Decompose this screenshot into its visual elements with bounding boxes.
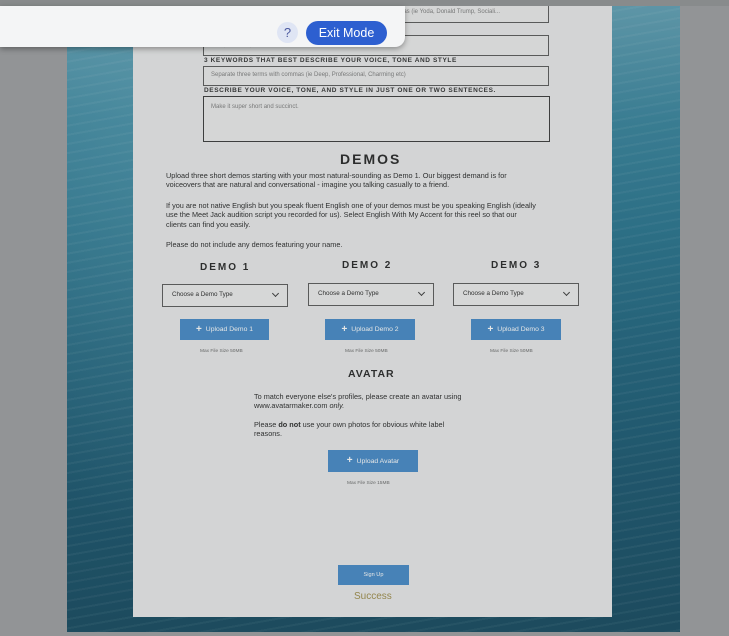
demos-para1-line2: voiceovers that are natural and conversa… — [166, 180, 450, 190]
avatar-line4: reasons. — [254, 429, 282, 439]
avatar-only-text: only. — [329, 401, 345, 411]
plus-icon: + — [195, 323, 202, 335]
demos-para1: Upload three short demos starting with y… — [166, 171, 576, 190]
upload-demo-2-button[interactable]: + Upload Demo 2 — [325, 319, 415, 340]
avatar-max-size: Max File Size 15MB — [347, 481, 390, 486]
demo-2-max-size: Max File Size 50MB — [345, 349, 388, 354]
describe-textarea[interactable]: Make it super short and succinct. — [203, 96, 550, 142]
avatar-line2: www.avatarmaker.com only. — [254, 401, 494, 410]
demos-para2-line2: use the Meet Jack audition script you re… — [166, 210, 517, 220]
plus-icon: + — [341, 323, 348, 335]
demos-para1-line1: Upload three short demos starting with y… — [166, 171, 507, 180]
avatar-line3-a: Please — [254, 419, 277, 429]
demos-heading: DEMOS — [340, 151, 402, 167]
avatar-instructions: To match everyone else's profiles, pleas… — [254, 392, 494, 439]
upload-demo-2-label: Upload Demo 2 — [351, 326, 399, 333]
demo-2-select-value: Choose a Demo Type — [318, 290, 379, 297]
avatar-maker-link[interactable]: www.avatarmaker.com — [254, 401, 327, 410]
upload-avatar-label: Upload Avatar — [356, 457, 400, 465]
demo-1-type-select[interactable]: Choose a Demo Type — [162, 284, 288, 307]
upload-demo-1-button[interactable]: + Upload Demo 1 — [180, 319, 269, 340]
demo-2-type-select[interactable]: Choose a Demo Type — [308, 283, 434, 306]
demo-3-select-value: Choose a Demo Type — [463, 290, 524, 297]
help-button[interactable]: ? — [277, 22, 298, 43]
demo-3-type-select[interactable]: Choose a Demo Type — [453, 283, 579, 306]
demo-2-title: DEMO 2 — [342, 260, 393, 271]
plus-icon: + — [487, 323, 494, 335]
demos-para3: Please do not include any demos featurin… — [166, 240, 343, 249]
avatar-line3: Please do not use your own photos for ob… — [254, 420, 494, 429]
editor-toolbar: ? Exit Mode — [0, 6, 405, 47]
demos-para2: If you are not native English but you sp… — [166, 201, 586, 229]
chevron-down-icon — [271, 289, 280, 298]
upload-demo-3-label: Upload Demo 3 — [497, 326, 545, 333]
keywords-input[interactable]: Separate three terms with commas (ie Dee… — [203, 66, 549, 86]
avatar-line3-c: use your own photos for obvious white la… — [302, 419, 445, 429]
demo-3-max-size: Max File Size 50MB — [490, 349, 533, 354]
keywords-label: 3 KEYWORDS THAT BEST DESCRIBE YOUR VOICE… — [204, 57, 457, 64]
upload-demo-1-label: Upload Demo 1 — [205, 326, 254, 333]
plus-icon: + — [346, 455, 353, 466]
success-message: Success — [354, 591, 392, 602]
exit-mode-button[interactable]: Exit Mode — [306, 21, 387, 45]
help-icon: ? — [283, 25, 292, 40]
chevron-down-icon — [562, 288, 571, 297]
demo-1-max-size: Max File Size 50MB — [200, 349, 243, 354]
upload-avatar-button[interactable]: + Upload Avatar — [328, 450, 418, 472]
describe-label: DESCRIBE YOUR VOICE, TONE, AND STYLE IN … — [204, 87, 496, 94]
demo-1-select-value: Choose a Demo Type — [172, 291, 233, 298]
demo-3-title: DEMO 3 — [491, 260, 542, 271]
describe-placeholder: Make it super short and succinct. — [211, 104, 299, 110]
keywords-placeholder: Separate three terms with commas (ie Dee… — [211, 72, 406, 78]
demos-para2-line1: If you are not native English but you sp… — [166, 201, 536, 210]
demo-1-title: DEMO 1 — [200, 262, 251, 273]
avatar-heading: AVATAR — [348, 368, 395, 380]
upload-demo-3-button[interactable]: + Upload Demo 3 — [471, 319, 561, 340]
avatar-line1: To match everyone else's profiles, pleas… — [254, 392, 462, 401]
chevron-down-icon — [417, 288, 426, 297]
demos-para2-line3: clients can find you easily. — [166, 219, 251, 229]
sign-up-button[interactable]: Sign Up — [338, 565, 409, 585]
avatar-line3-b: do not — [278, 419, 301, 429]
